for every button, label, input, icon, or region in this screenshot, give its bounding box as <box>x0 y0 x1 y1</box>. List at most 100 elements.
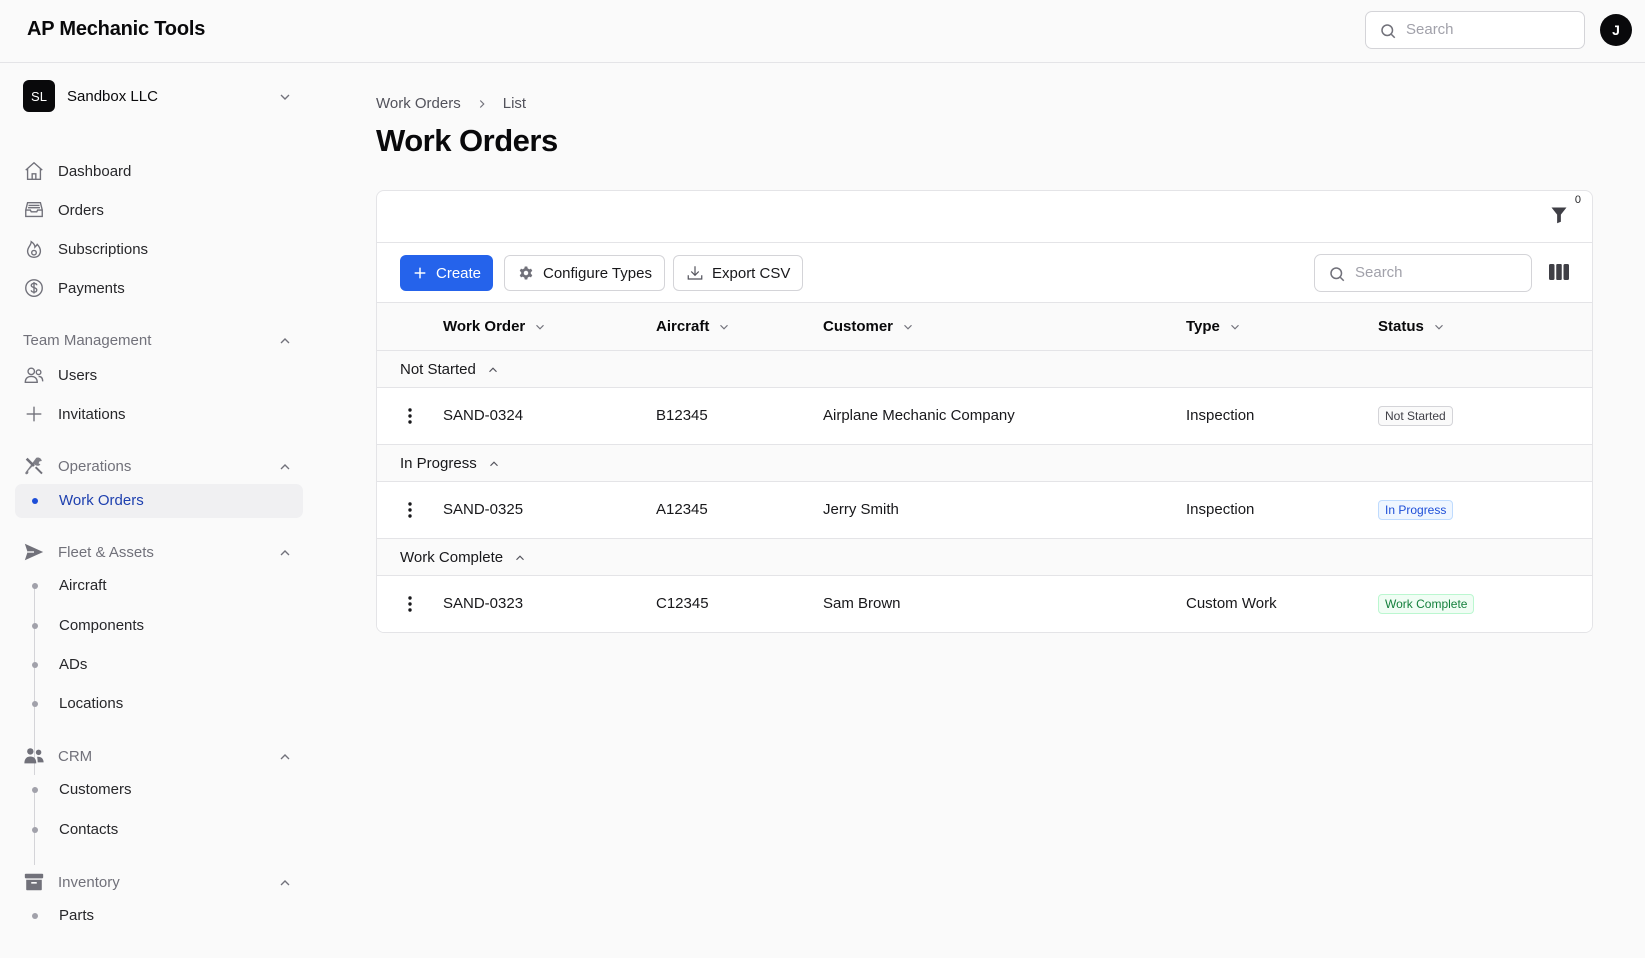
more-vertical-icon[interactable] <box>407 595 413 618</box>
section-fleet-assets[interactable]: Fleet & Assets <box>23 538 293 566</box>
global-search[interactable] <box>1365 11 1585 49</box>
app-title: AP Mechanic Tools <box>27 18 206 40</box>
users-icon <box>23 364 45 386</box>
inbox-icon <box>23 199 45 221</box>
chevron-right-icon <box>475 97 489 111</box>
chevron-up-icon <box>486 363 500 377</box>
group-row-not-started[interactable]: Not Started <box>377 351 1592 388</box>
sidebar-item-locations[interactable]: Locations <box>23 688 303 720</box>
chevron-up-icon <box>513 551 527 565</box>
column-header-aircraft[interactable]: Aircraft <box>656 318 731 335</box>
top-bar: AP Mechanic Tools J <box>0 0 1645 63</box>
section-crm[interactable]: CRM <box>23 742 293 770</box>
sidebar-item-subscriptions[interactable]: Subscriptions <box>23 233 303 265</box>
plus-icon <box>23 403 45 425</box>
status-badge: Not Started <box>1378 406 1453 426</box>
chevron-up-icon <box>277 333 293 354</box>
more-vertical-icon[interactable] <box>407 407 413 430</box>
section-team-management[interactable]: Team Management <box>23 326 293 354</box>
fire-icon <box>23 238 45 260</box>
sidebar-item-aircraft[interactable]: Aircraft <box>23 570 303 602</box>
sidebar-item-contacts[interactable]: Contacts <box>23 814 303 846</box>
chevron-up-icon <box>277 545 293 566</box>
chevron-down-icon <box>533 320 547 334</box>
sidebar-item-work-orders[interactable]: Work Orders <box>15 484 303 518</box>
cell-work-order[interactable]: SAND-0325 <box>443 501 523 518</box>
export-csv-button[interactable]: Export CSV <box>673 255 804 291</box>
cell-work-order[interactable]: SAND-0324 <box>443 407 523 424</box>
work-orders-card: 0 Create Configure Types Export CSV Sear… <box>376 190 1593 633</box>
breadcrumb-work-orders[interactable]: Work Orders <box>376 95 461 112</box>
org-switcher[interactable]: SL Sandbox LLC <box>23 80 293 114</box>
cell-work-order[interactable]: SAND-0323 <box>443 595 523 612</box>
section-inventory[interactable]: Inventory <box>23 868 293 896</box>
more-vertical-icon[interactable] <box>407 501 413 524</box>
table-search-input[interactable] <box>1355 264 1515 281</box>
columns-icon[interactable] <box>1549 263 1569 286</box>
chevron-up-icon <box>487 457 501 471</box>
archive-icon <box>23 871 45 893</box>
group-row-work-complete[interactable]: Work Complete <box>377 539 1592 576</box>
table-row[interactable]: SAND-0325 A12345 Jerry Smith Inspection … <box>377 482 1592 539</box>
column-header-status[interactable]: Status <box>1378 318 1446 335</box>
sidebar-item-payments[interactable]: Payments <box>23 272 303 304</box>
chevron-down-icon <box>901 320 915 334</box>
filter-bar: 0 <box>377 191 1592 243</box>
group-row-in-progress[interactable]: In Progress <box>377 445 1592 482</box>
user-avatar[interactable]: J <box>1600 14 1632 46</box>
chevron-down-icon <box>1228 320 1242 334</box>
create-button[interactable]: Create <box>400 255 494 291</box>
sidebar-item-dashboard[interactable]: Dashboard <box>23 155 303 187</box>
chevron-up-icon <box>277 749 293 770</box>
table-toolbar: Create Configure Types Export CSV <box>377 243 1592 303</box>
filter-icon[interactable] <box>1550 205 1568 230</box>
sidebar-item-components[interactable]: Components <box>23 610 303 642</box>
column-header-work-order[interactable]: Work Order <box>443 318 547 335</box>
breadcrumb-list: List <box>502 95 527 112</box>
chevron-up-icon <box>277 875 293 896</box>
chevron-down-icon <box>277 89 293 110</box>
chevron-up-icon <box>277 459 293 480</box>
home-icon <box>23 160 45 182</box>
table-search[interactable] <box>1314 254 1532 292</box>
gear-icon <box>517 264 535 282</box>
sidebar-item-parts[interactable]: Parts <box>23 900 303 932</box>
section-operations[interactable]: Operations <box>23 452 293 480</box>
column-header-customer[interactable]: Customer <box>823 318 915 335</box>
sidebar-item-invitations[interactable]: Invitations <box>23 398 303 430</box>
cell-type: Inspection <box>1186 407 1255 424</box>
configure-types-button[interactable]: Configure Types <box>504 255 665 291</box>
search-icon <box>1328 265 1346 288</box>
table-header: Work Order Aircraft Customer Type Status <box>377 303 1592 351</box>
chevron-down-icon <box>1432 320 1446 334</box>
dollar-icon <box>23 277 45 299</box>
sidebar-item-customers[interactable]: Customers <box>23 774 303 806</box>
search-icon <box>1379 22 1397 45</box>
chevron-down-icon <box>717 320 731 334</box>
filter-count-badge: 0 <box>1574 194 1581 206</box>
plus-icon <box>412 265 428 281</box>
cell-aircraft: C12345 <box>656 595 709 612</box>
sidebar-item-ads[interactable]: ADs <box>23 649 303 681</box>
sidebar: SL Sandbox LLC Dashboard Orders Subscrip… <box>0 63 318 958</box>
sidebar-item-users[interactable]: Users <box>23 359 303 391</box>
page-title: Work Orders <box>376 123 558 158</box>
table-row[interactable]: SAND-0324 B12345 Airplane Mechanic Compa… <box>377 388 1592 445</box>
cell-aircraft: B12345 <box>656 407 708 424</box>
cell-aircraft: A12345 <box>656 501 708 518</box>
org-badge: SL <box>23 80 55 112</box>
user-group-icon <box>23 745 45 767</box>
paper-plane-icon <box>23 541 45 563</box>
global-search-input[interactable] <box>1406 21 1566 38</box>
download-icon <box>686 264 704 282</box>
column-header-type[interactable]: Type <box>1186 318 1242 335</box>
cell-customer: Sam Brown <box>823 595 901 612</box>
cell-type: Inspection <box>1186 501 1255 518</box>
table-row[interactable]: SAND-0323 C12345 Sam Brown Custom Work W… <box>377 576 1592 632</box>
cell-customer: Jerry Smith <box>823 501 899 518</box>
org-name: Sandbox LLC <box>67 88 158 105</box>
cell-type: Custom Work <box>1186 595 1277 612</box>
sidebar-item-orders[interactable]: Orders <box>23 194 303 226</box>
cell-customer: Airplane Mechanic Company <box>823 407 1015 424</box>
wrench-icon <box>23 455 45 477</box>
